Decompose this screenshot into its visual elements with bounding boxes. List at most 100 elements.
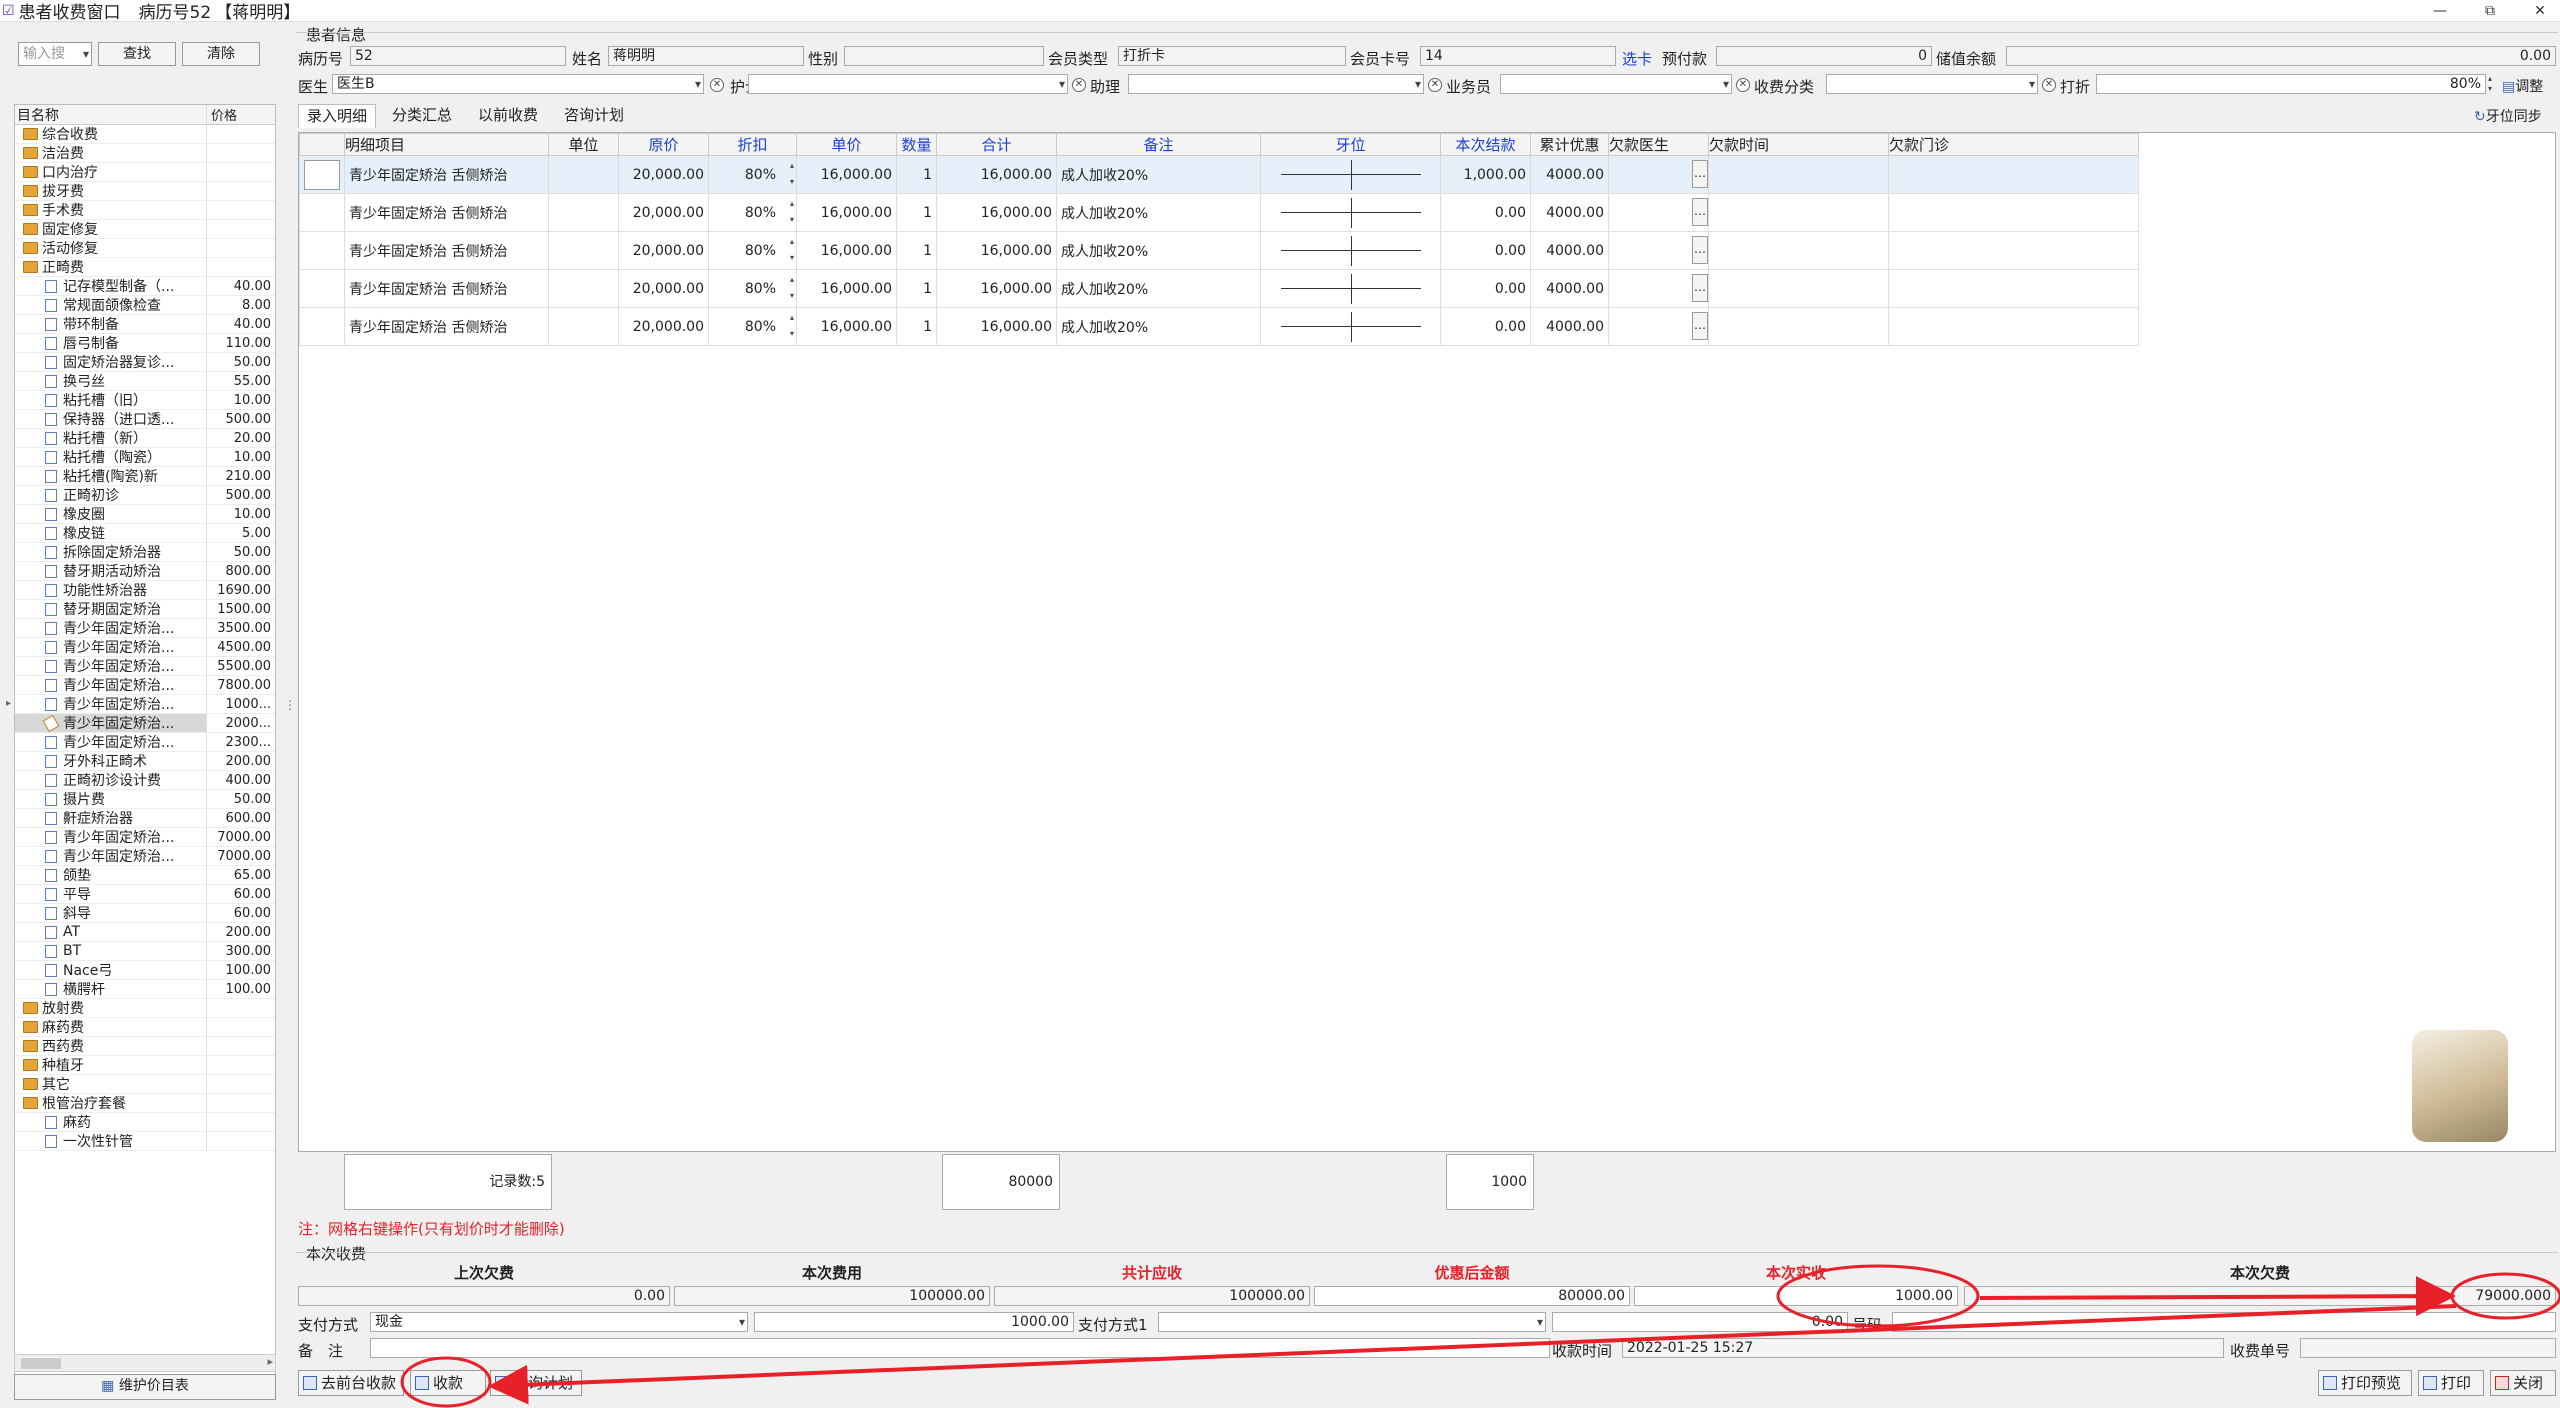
splitter-handle-icon[interactable]: ⋮ (284, 698, 296, 712)
close-window-icon[interactable]: ✕ (2520, 0, 2560, 22)
grid-cell-owe-doctor[interactable]: … (1608, 193, 1709, 232)
more-icon[interactable]: … (1692, 198, 1708, 226)
tree-item[interactable]: 青少年固定矫治... 4500.00 (15, 638, 275, 657)
stored-field[interactable]: 0.00 (2006, 46, 2556, 66)
adjust-button[interactable]: ▤调整 (2502, 76, 2543, 96)
tree-item[interactable]: 活动修复 (15, 239, 275, 258)
number-field[interactable] (1892, 1312, 2556, 1332)
find-button[interactable]: 查找 (98, 42, 176, 66)
grid-cell-price[interactable]: 16,000.00 (796, 307, 897, 346)
grid-cell-price[interactable]: 16,000.00 (796, 193, 897, 232)
sales-select[interactable] (1500, 74, 1732, 94)
grid-cell-qty[interactable]: 1 (896, 193, 937, 232)
prepay-field[interactable]: 0 (1716, 46, 1932, 66)
row-selector[interactable] (299, 231, 345, 270)
grid-cell-note[interactable]: 成人加收20% (1056, 269, 1261, 308)
tree-item[interactable]: 粘托槽(陶瓷)新 210.00 (15, 467, 275, 486)
table-row[interactable]: 青少年固定矫治 舌侧矫治 20,000.00 80% ▴ ▾ 16,000.00 1 16,0… (299, 269, 2139, 308)
grid-cell-total[interactable]: 16,000.00 (936, 307, 1057, 346)
grid-cell-acc-disc[interactable]: 4000.00 (1530, 307, 1609, 346)
grid-cell-item[interactable]: 青少年固定矫治 舌侧矫治 (344, 269, 549, 308)
tree-item[interactable]: 青少年固定矫治... 7000.00 (15, 847, 275, 866)
table-row[interactable]: 青少年固定矫治 舌侧矫治 20,000.00 80% ▴ ▾ 16,000.00 1 16,0… (299, 155, 2139, 194)
tree-item[interactable]: 拔牙费 (15, 182, 275, 201)
tree-item[interactable]: 粘托槽（新） 20.00 (15, 429, 275, 448)
tree-item[interactable]: 保持器（进口透... 500.00 (15, 410, 275, 429)
grid-cell-total[interactable]: 16,000.00 (936, 231, 1057, 270)
tab-previous-charges[interactable]: 以前收费 (470, 104, 546, 128)
clear-nurse-icon[interactable]: ✕ (1072, 78, 1086, 92)
print-preview-button[interactable]: 打印预览 (2318, 1370, 2412, 1396)
tree-item[interactable]: 麻药 (15, 1113, 275, 1132)
tree-item[interactable]: 青少年固定矫治... 7800.00 (15, 676, 275, 695)
consult-plan-button[interactable]: 咨询计划 (490, 1370, 582, 1396)
grid-cell-price[interactable]: 16,000.00 (796, 269, 897, 308)
after-disc-field[interactable]: 80000.00 (1314, 1286, 1630, 1306)
tree-item[interactable]: 粘托槽（旧） 10.00 (15, 391, 275, 410)
grid-cell-discount[interactable]: 80% ▴ ▾ (708, 307, 797, 346)
grid-cell-note[interactable]: 成人加收20% (1056, 307, 1261, 346)
tree-item[interactable]: 种植牙 (15, 1056, 275, 1075)
tree-item[interactable]: BT 300.00 (15, 942, 275, 961)
tree-item[interactable]: 青少年固定矫治... 2300... (15, 733, 275, 752)
grid-cell-this-pay[interactable]: 0.00 (1440, 231, 1531, 270)
tree-item[interactable]: 固定修复 (15, 220, 275, 239)
grid-cell-total[interactable]: 16,000.00 (936, 193, 1057, 232)
more-icon[interactable]: … (1692, 160, 1708, 188)
tree-item[interactable]: 正畸初诊设计费 400.00 (15, 771, 275, 790)
tree-item[interactable]: 横腭杆 100.00 (15, 980, 275, 999)
grid-cell-qty[interactable]: 1 (896, 269, 937, 308)
tree-item[interactable]: 橡皮链 5.00 (15, 524, 275, 543)
tree-item[interactable]: 正畸费 (15, 258, 275, 277)
this-fee-field[interactable]: 100000.00 (674, 1286, 990, 1306)
row-selector[interactable] (299, 307, 345, 346)
grid-cell-acc-disc[interactable]: 4000.00 (1530, 231, 1609, 270)
clear-fee-cat-icon[interactable]: ✕ (2042, 78, 2056, 92)
minimize-icon[interactable]: — (2420, 0, 2460, 22)
grid-cell-item[interactable]: 青少年固定矫治 舌侧矫治 (344, 155, 549, 194)
row-selector[interactable] (299, 193, 345, 232)
front-desk-button[interactable]: 去前台收款 (298, 1370, 404, 1396)
grid-cell-note[interactable]: 成人加收20% (1056, 231, 1261, 270)
discount-spinner-icon[interactable]: ▴ ▾ (790, 158, 794, 190)
tab-consult-plan[interactable]: 咨询计划 (556, 104, 632, 128)
grid-cell-owe-clinic[interactable] (1888, 269, 2139, 308)
tree-item[interactable]: 青少年固定矫治... 1000... (15, 695, 275, 714)
table-row[interactable]: 青少年固定矫治 舌侧矫治 20,000.00 80% ▴ ▾ 16,000.00 1 16,0… (299, 307, 2139, 346)
restore-icon[interactable]: ⧉ (2470, 0, 2510, 22)
price-tree[interactable]: 目名称 价格 综合收费 洁治费 口内治疗 拔牙费 手术费 固定修复 活动修复 正畸费 记存模型制… (14, 104, 276, 1376)
total-due-field[interactable]: 100000.00 (994, 1286, 1310, 1306)
fee-cat-select[interactable] (1826, 74, 2038, 94)
more-icon[interactable]: … (1692, 274, 1708, 302)
tree-item[interactable]: 鼾症矫治器 600.00 (15, 809, 275, 828)
tree-item[interactable]: 带环制备 40.00 (15, 315, 275, 334)
tree-item[interactable]: 一次性针管 (15, 1132, 275, 1151)
grid-cell-total[interactable]: 16,000.00 (936, 269, 1057, 308)
tree-item[interactable]: 常规面颌像检查 8.00 (15, 296, 275, 315)
tree-item[interactable]: Nace弓 100.00 (15, 961, 275, 980)
tree-item[interactable]: 拆除固定矫治器 50.00 (15, 543, 275, 562)
discount-spinner-icon[interactable]: ▴ ▾ (2488, 74, 2500, 94)
grid-cell-tooth[interactable] (1260, 231, 1441, 270)
search-input[interactable]: 输入搜 ▾ (18, 42, 92, 66)
nurse-select[interactable] (748, 74, 1068, 94)
discount-field[interactable]: 80% (2096, 74, 2486, 94)
discount-spinner-icon[interactable]: ▴ ▾ (790, 196, 794, 228)
tree-item[interactable]: 替牙期固定矫治 1500.00 (15, 600, 275, 619)
tree-item[interactable]: 换弓丝 55.00 (15, 372, 275, 391)
tree-item[interactable]: 正畸初诊 500.00 (15, 486, 275, 505)
tree-item[interactable]: 青少年固定矫治... 2000... (15, 714, 275, 733)
grid-cell-acc-disc[interactable]: 4000.00 (1530, 269, 1609, 308)
last-owed-field[interactable]: 0.00 (298, 1286, 670, 1306)
clear-doctor-icon[interactable]: ✕ (710, 78, 724, 92)
record-no-field[interactable]: 52 (350, 46, 566, 66)
grid-cell-owe-clinic[interactable] (1888, 193, 2139, 232)
grid-cell-qty[interactable]: 1 (896, 231, 937, 270)
tree-item[interactable]: AT 200.00 (15, 923, 275, 942)
tree-item[interactable]: 手术费 (15, 201, 275, 220)
grid-cell-owe-time[interactable] (1708, 155, 1889, 194)
pay-method1-select[interactable] (1158, 1312, 1546, 1332)
tree-item[interactable]: 唇弓制备 110.00 (15, 334, 275, 353)
grid-cell-tooth[interactable] (1260, 155, 1441, 194)
tree-item[interactable]: 橡皮圈 10.00 (15, 505, 275, 524)
